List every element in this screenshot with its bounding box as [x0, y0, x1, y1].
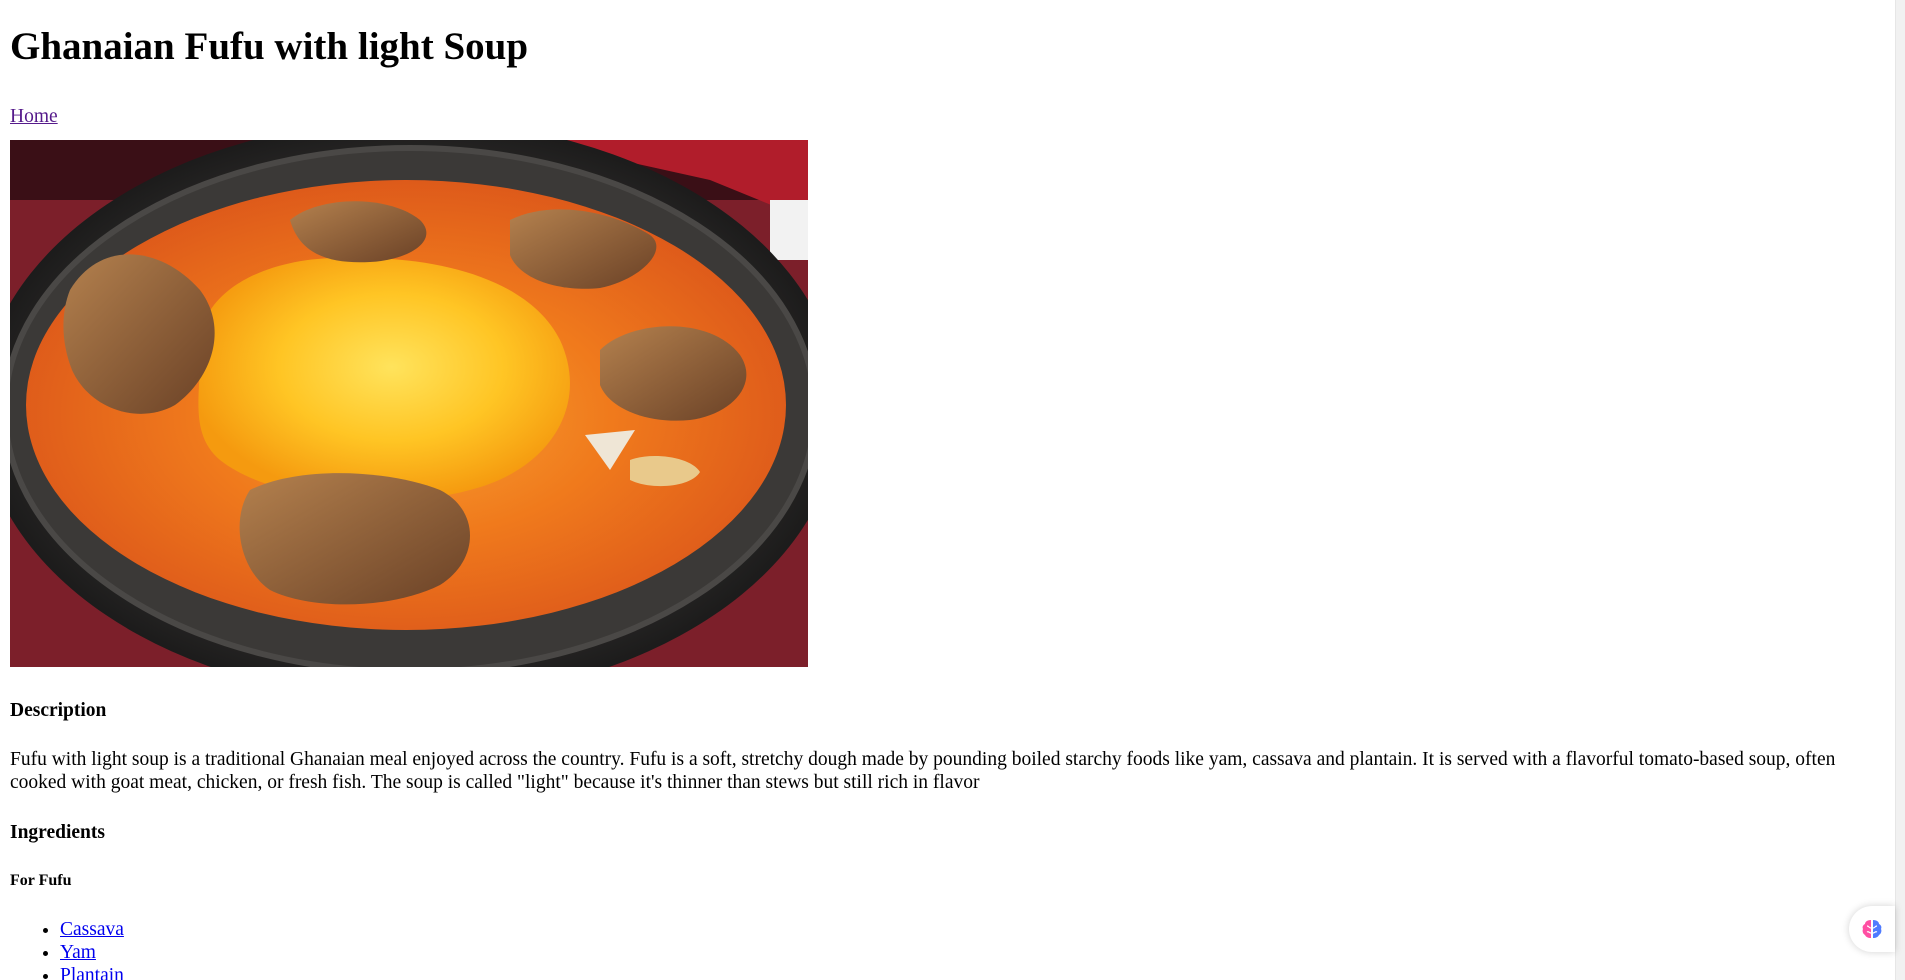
vertical-scrollbar[interactable]: [1895, 0, 1905, 980]
fufu-ingredients-heading: For Fufu: [10, 872, 72, 889]
list-item: Plantain: [60, 964, 124, 980]
list-item: Cassava: [60, 918, 124, 941]
description-text: Fufu with light soup is a traditional Gh…: [10, 749, 1836, 793]
fufu-ingredient-list: Cassava Yam Plantain: [10, 918, 124, 980]
extension-button[interactable]: [1849, 906, 1895, 952]
brain-icon: [1862, 920, 1882, 938]
fufu-soup-image: [10, 140, 808, 667]
recipe-page: Ghanaian Fufu with light Soup Home Descr…: [10, 0, 1890, 980]
ingredients-heading: Ingredients: [10, 822, 105, 843]
ingredient-link-plantain[interactable]: Plantain: [60, 965, 124, 980]
home-link[interactable]: Home: [10, 105, 58, 129]
list-item: Yam: [60, 941, 124, 964]
ingredient-link-cassava[interactable]: Cassava: [60, 919, 124, 940]
ingredient-link-yam[interactable]: Yam: [60, 942, 96, 963]
description-heading: Description: [10, 700, 107, 721]
page-title: Ghanaian Fufu with light Soup: [10, 25, 529, 68]
